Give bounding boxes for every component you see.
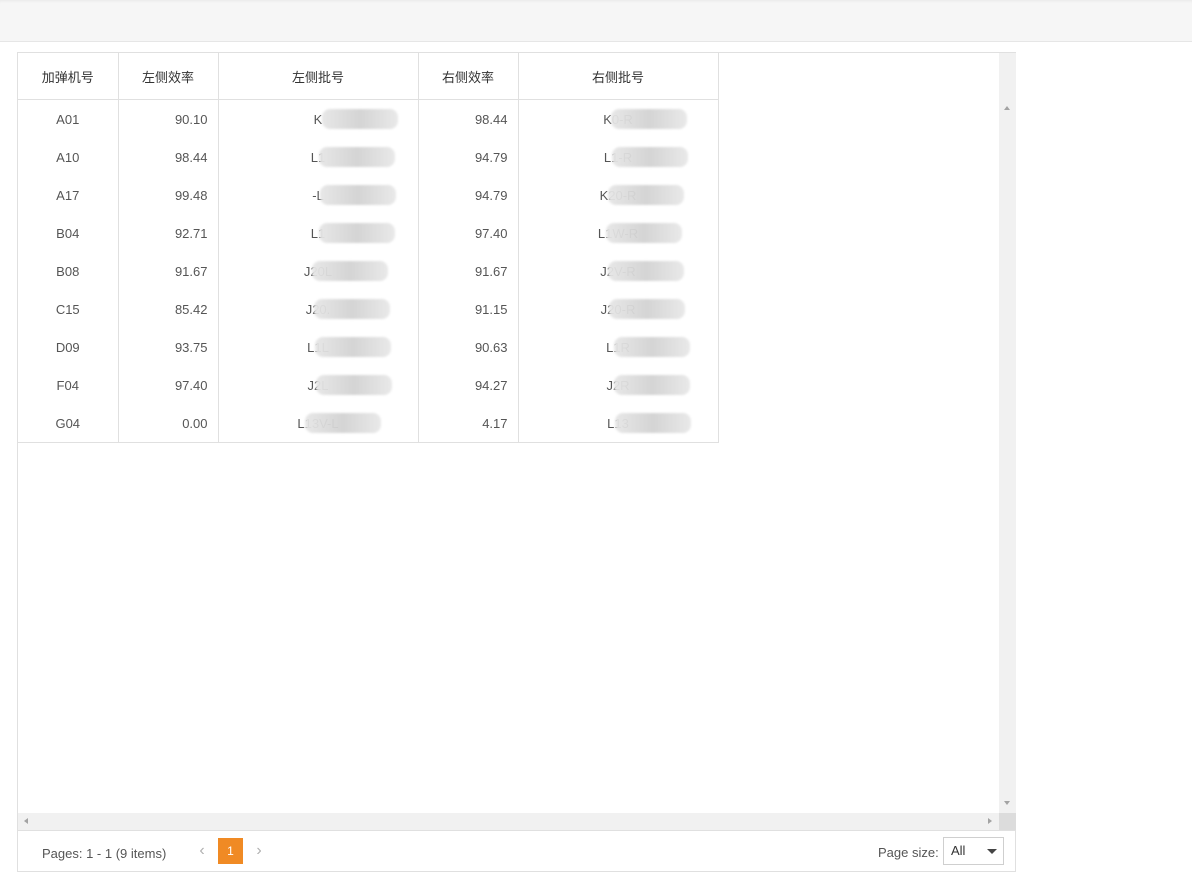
cell-right-efficiency: 91.67 [418, 252, 519, 290]
batch-text: L1W-R [597, 225, 639, 241]
cell-right-batch: K0-R [518, 99, 719, 138]
header-row: 加弹机号 左侧效率 左侧批号 右侧效率 右侧批号 [18, 53, 719, 100]
horizontal-scrollbar[interactable] [18, 813, 999, 830]
pager-summary: Pages: 1 - 1 (9 items) [42, 846, 167, 861]
scroll-left-icon[interactable] [24, 818, 28, 824]
batch-text: J20-R [600, 301, 636, 317]
cell-left-efficiency: 93.75 [118, 328, 219, 366]
cell-right-batch: J2V-R [518, 252, 719, 290]
scroll-down-icon[interactable] [1004, 801, 1010, 805]
cell-left-efficiency: 98.44 [118, 138, 219, 176]
cell-right-batch: L1-R [518, 138, 719, 176]
cell-machine: F04 [18, 366, 119, 404]
batch-text: K [313, 111, 323, 127]
top-toolbar [0, 0, 1192, 42]
cell-right-efficiency: 94.79 [418, 176, 519, 214]
page-button-current[interactable]: 1 [218, 838, 243, 864]
cell-machine: A10 [18, 138, 119, 176]
pager: Pages: 1 - 1 (9 items) ‹ 1 › Page size: … [18, 830, 1015, 871]
cell-machine: G04 [18, 404, 119, 443]
cell-left-batch: L13V-L [218, 404, 419, 443]
cell-right-batch: K20-R [518, 176, 719, 214]
table-row[interactable]: A17 99.48 -L 94.79 K20-R [18, 176, 719, 214]
page-size-select[interactable]: All [943, 837, 1004, 865]
cell-right-efficiency: 90.63 [418, 328, 519, 366]
page-size-value: All [951, 843, 966, 858]
table-row[interactable]: B04 92.71 L1 97.40 L1W-R [18, 214, 719, 252]
cell-machine: A17 [18, 176, 119, 214]
batch-text: L1-R [603, 149, 633, 165]
cell-left-efficiency: 91.67 [118, 252, 219, 290]
cell-machine: B08 [18, 252, 119, 290]
table-row[interactable]: A01 90.10 K 98.44 K0-R [18, 99, 719, 138]
grid-viewport: 加弹机号 左侧效率 左侧批号 右侧效率 右侧批号 A01 90.10 K 98.44 K… [18, 53, 999, 813]
next-page-icon[interactable]: › [249, 841, 269, 861]
cell-left-efficiency: 99.48 [118, 176, 219, 214]
scrollbar-corner [999, 813, 1016, 830]
batch-text: J2L [307, 377, 329, 393]
batch-text: L1 [310, 149, 326, 165]
table-row[interactable]: C15 85.42 J20. 91.15 J20-R [18, 290, 719, 328]
prev-page-icon[interactable]: ‹ [192, 841, 212, 861]
batch-text: J20. [305, 301, 331, 317]
cell-right-batch: L1R [518, 328, 719, 366]
cell-machine: C15 [18, 290, 119, 328]
data-grid: 加弹机号 左侧效率 左侧批号 右侧效率 右侧批号 A01 90.10 K 98.44 K… [17, 52, 1016, 872]
cell-machine: D09 [18, 328, 119, 366]
col-header-right-batch[interactable]: 右侧批号 [518, 53, 719, 100]
col-header-machine[interactable]: 加弹机号 [18, 53, 119, 100]
batch-text: L1R [606, 339, 630, 355]
col-header-left-batch[interactable]: 左侧批号 [218, 53, 419, 100]
cell-left-efficiency: 0.00 [118, 404, 219, 443]
cell-left-batch: L1 [218, 138, 419, 176]
cell-right-efficiency: 98.44 [418, 99, 519, 138]
cell-left-batch: L1 [218, 214, 419, 252]
batch-text: L1L [307, 339, 329, 355]
table-row[interactable]: D09 93.75 L1L 90.63 L1R [18, 328, 719, 366]
page-size-label: Page size: [878, 845, 939, 860]
cell-left-batch: J20L [218, 252, 419, 290]
cell-right-efficiency: 91.15 [418, 290, 519, 328]
cell-right-efficiency: 97.40 [418, 214, 519, 252]
cell-left-batch: -L [218, 176, 419, 214]
cell-left-efficiency: 97.40 [118, 366, 219, 404]
table-body: A01 90.10 K 98.44 K0-R A10 98.44 L1 94.79 L1-R A17… [18, 99, 719, 443]
cell-right-batch: J20-R [518, 290, 719, 328]
cell-right-efficiency: 4.17 [418, 404, 519, 443]
table-row[interactable]: F04 97.40 J2L 94.27 J2R [18, 366, 719, 404]
batch-text: L1 [310, 225, 326, 241]
cell-right-batch: L1W-R [518, 214, 719, 252]
cell-machine: B04 [18, 214, 119, 252]
cell-left-batch: J2L [218, 366, 419, 404]
cell-left-efficiency: 92.71 [118, 214, 219, 252]
cell-right-efficiency: 94.27 [418, 366, 519, 404]
chevron-down-icon [987, 849, 997, 854]
col-header-left-efficiency[interactable]: 左侧效率 [118, 53, 219, 100]
cell-left-efficiency: 90.10 [118, 99, 219, 138]
batch-text: J2V-R [600, 263, 636, 279]
cell-left-batch: L1L [218, 328, 419, 366]
table-row[interactable]: B08 91.67 J20L 91.67 J2V-R [18, 252, 719, 290]
batch-text: L13V-L [297, 415, 339, 431]
cell-right-batch: L13 [518, 404, 719, 443]
scroll-right-icon[interactable] [988, 818, 992, 824]
cell-left-efficiency: 85.42 [118, 290, 219, 328]
table-row[interactable]: A10 98.44 L1 94.79 L1-R [18, 138, 719, 176]
table-row[interactable]: G04 0.00 L13V-L 4.17 L13 [18, 404, 719, 443]
batch-text: J2R [606, 377, 630, 393]
batch-text: -L [312, 187, 324, 203]
batch-text: K0-R [603, 111, 633, 127]
cell-left-batch: J20. [218, 290, 419, 328]
efficiency-table: 加弹机号 左侧效率 左侧批号 右侧效率 右侧批号 A01 90.10 K 98.44 K… [18, 53, 719, 443]
cell-machine: A01 [18, 99, 119, 138]
batch-text: J20L [303, 263, 333, 279]
cell-left-batch: K [218, 99, 419, 138]
cell-right-batch: J2R [518, 366, 719, 404]
vertical-scrollbar[interactable] [999, 53, 1016, 813]
scroll-up-icon[interactable] [1004, 106, 1010, 110]
batch-text: L13 [607, 415, 629, 431]
cell-right-efficiency: 94.79 [418, 138, 519, 176]
col-header-right-efficiency[interactable]: 右侧效率 [418, 53, 519, 100]
batch-text: K20-R [599, 187, 637, 203]
